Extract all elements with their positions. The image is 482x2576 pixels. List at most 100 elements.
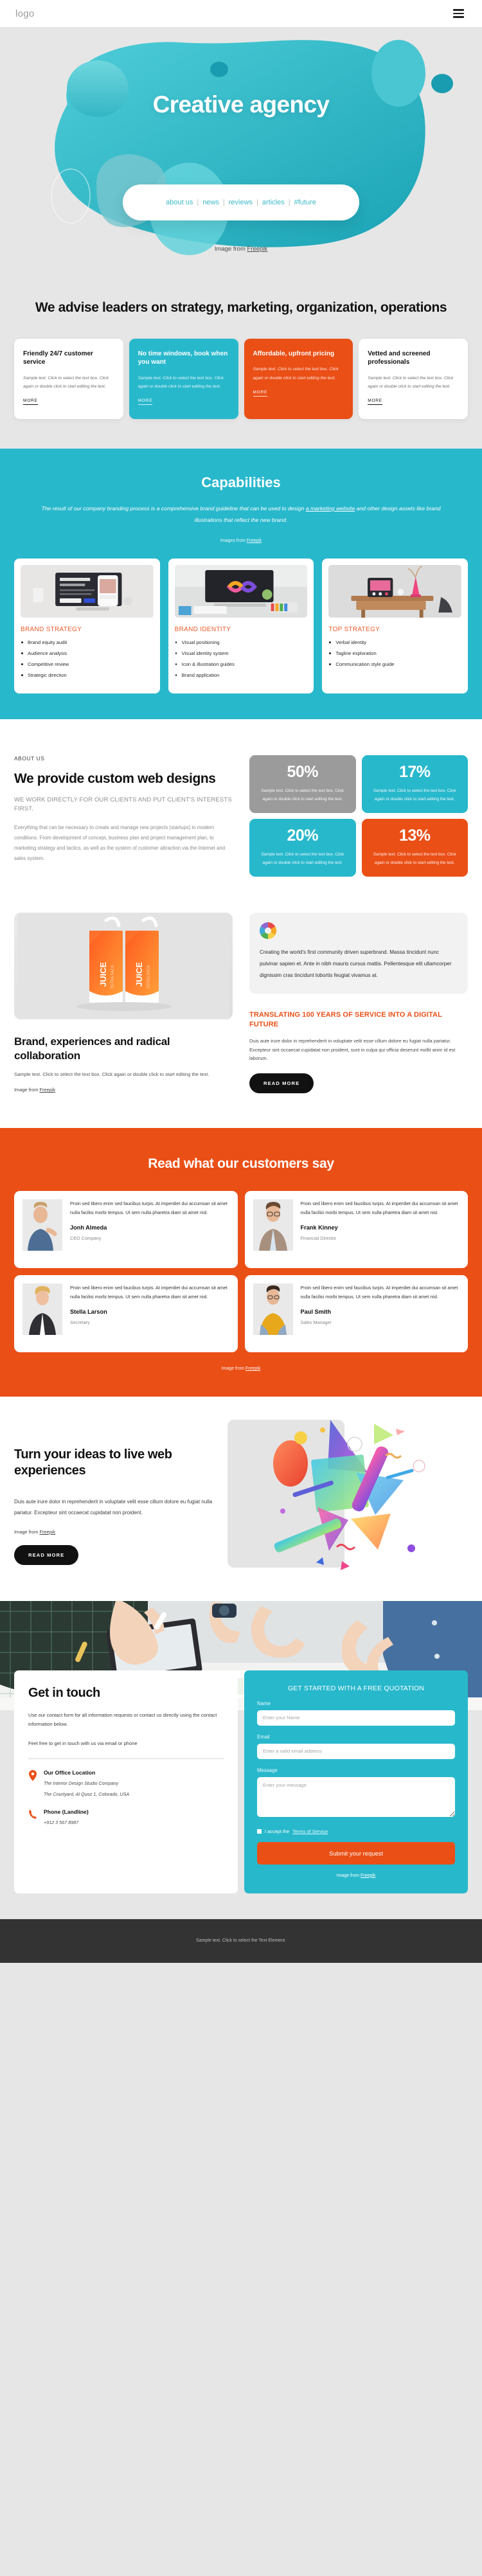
hero-nav-item-about-us[interactable]: about us (166, 199, 193, 206)
testimonial-quote: Proin sed libero enim sed faucibus turpi… (70, 1285, 228, 1300)
testimonial-name: Jonh Almeda (70, 1224, 107, 1231)
about-body: Everything that can be necessary to crea… (14, 824, 226, 861)
color-wheel-svg (259, 922, 277, 940)
hero-nav-item-future[interactable]: #future (294, 199, 316, 206)
advise-card-more-link[interactable]: MORE (253, 390, 268, 397)
contact-info-panel: Get in touch Use our contact form for al… (14, 1670, 238, 1893)
about-subheading: WE WORK DIRECTLY FOR OUR CLIENTS AND PUT… (14, 796, 232, 812)
stat-value: 20% (287, 827, 319, 845)
phone-title: Phone (Landline) (44, 1808, 89, 1815)
capability-card-items: Verbal identity Tagline exploration Comm… (328, 640, 461, 667)
testimonials-image-credit: Image from Freepik (14, 1366, 468, 1371)
ideas-read-more-button[interactable]: READ MORE (14, 1544, 79, 1565)
capabilities-image-credit: Images from Freepik (14, 539, 468, 543)
testimonial-card[interactable]: Proin sed libero enim sed faucibus turpi… (244, 1191, 468, 1269)
brand-read-more-button[interactable]: READ MORE (249, 1073, 314, 1094)
hero-nav-item-reviews[interactable]: reviews (229, 199, 253, 206)
thumb-svg (21, 564, 154, 618)
contact-intro-2: Feel free to get in touch with us via em… (28, 1740, 138, 1746)
terms-row[interactable]: I accept the Terms of Service (257, 1829, 455, 1834)
hero-nav-list: about us | news | reviews | articles | #… (166, 199, 316, 206)
brand-quote-text: Creating the world's first community dri… (260, 949, 452, 978)
submit-request-button[interactable]: Submit your request (257, 1841, 455, 1865)
capabilities-section: Capabilities The result of our company b… (0, 448, 482, 720)
credit-prefix: Images from (220, 538, 247, 543)
testimonial-card[interactable]: Proin sed libero enim sed faucibus turpi… (14, 1275, 238, 1353)
hero-nav-item-news[interactable]: news (202, 199, 219, 206)
email-input[interactable] (257, 1743, 455, 1759)
testimonial-quote: Proin sed libero enim sed faucibus turpi… (300, 1201, 458, 1216)
testimonial-name: Frank Kinney (300, 1224, 338, 1231)
credit-link-freepik[interactable]: Freepik (247, 539, 262, 543)
testimonial-role: Secretary (70, 1319, 90, 1326)
avatar-svg (22, 1284, 62, 1336)
testimonial-quote: Proin sed libero enim sed faucibus turpi… (300, 1285, 458, 1300)
contact-image-credit: Image from Freepik (257, 1874, 455, 1878)
nav-separator: | (197, 199, 199, 206)
name-label: Name (257, 1700, 271, 1706)
credit-link-freepik[interactable]: Freepik (361, 1874, 375, 1878)
credit-link-freepik[interactable]: Freepik (39, 1087, 55, 1093)
testimonial-card[interactable]: Proin sed libero enim sed faucibus turpi… (14, 1191, 238, 1269)
capability-thumbnail-brand-strategy (21, 564, 154, 618)
advise-card[interactable]: No time windows, book when you want Samp… (129, 338, 238, 419)
capabilities-lead-link[interactable]: a marketing website (306, 505, 355, 512)
hero-nav-pill[interactable]: about us | news | reviews | articles | #… (123, 184, 359, 220)
ideas-section: Turn your ideas to live web experiences … (0, 1397, 482, 1601)
terms-of-service-link[interactable]: Terms of Service (292, 1829, 328, 1834)
stat-text: Sample text. Click to select the text bo… (261, 852, 344, 865)
advise-card[interactable]: Affordable, upfront pricing Sample text.… (244, 338, 353, 419)
message-textarea[interactable] (257, 1776, 455, 1817)
terms-checkbox[interactable] (257, 1829, 262, 1834)
hamburger-menu-icon[interactable] (451, 6, 467, 21)
hero-nav-item-articles[interactable]: articles (262, 199, 285, 206)
advise-card-more-link[interactable]: MORE (368, 398, 382, 406)
advise-card-more-link[interactable]: MORE (23, 398, 38, 406)
capability-item: Strategic direction (21, 672, 154, 678)
credit-link-freepik[interactable]: Freepik (245, 1366, 260, 1371)
hero-title: Creative agency (152, 91, 330, 118)
advise-heading: We advise leaders on strategy, marketing… (35, 300, 447, 315)
name-input[interactable] (257, 1710, 455, 1726)
email-label: Email (257, 1733, 270, 1740)
brand-collaboration-section: JUICE JUICE TETRA PACK TETRA PACK Brand,… (0, 906, 482, 1129)
shapes-svg (273, 1420, 425, 1571)
credit-link-freepik[interactable]: Freepik (247, 246, 268, 253)
testimonials-heading: Read what our customers say (148, 1156, 334, 1172)
advise-card-body: Sample text. Click to select the text bo… (23, 375, 109, 389)
contact-section: Get in touch Use our contact form for al… (0, 1600, 482, 1919)
footer: Sample text. Click to select the Text El… (0, 1919, 482, 1963)
capability-item: Brand application (175, 672, 308, 678)
phone-value[interactable]: +912 3 567 8987 (44, 1819, 89, 1827)
capability-card[interactable]: BRAND STRATEGY Brand equity audit Audien… (14, 558, 160, 694)
thumb-svg (174, 564, 308, 618)
credit-link-freepik[interactable]: Freepik (39, 1529, 55, 1535)
advise-card-more-link[interactable]: MORE (138, 398, 153, 406)
capability-thumbnail-top-strategy (328, 564, 462, 618)
advise-card-list: Friendly 24/7 customer service Sample te… (14, 338, 468, 419)
brand-right-column: Creating the world's first community dri… (249, 913, 468, 1094)
stat-value: 50% (287, 763, 319, 782)
capability-card[interactable]: TOP STRATEGY Verbal identity Tagline exp… (322, 558, 469, 694)
ideas-body: Duis aute irure dolor in reprehenderit i… (14, 1499, 213, 1516)
advise-card[interactable]: Vetted and screened professionals Sample… (359, 338, 468, 419)
brand-quote-box: Creating the world's first community dri… (249, 913, 468, 994)
divider (28, 1758, 224, 1759)
form-field-message: Message (257, 1767, 455, 1820)
brand-heading: Brand, experiences and radical collabora… (14, 1035, 170, 1062)
juice-pack-svg: JUICE JUICE TETRA PACK TETRA PACK (17, 913, 229, 1020)
location-pin-svg (29, 1769, 37, 1781)
about-kicker: ABOUT US (14, 755, 45, 762)
about-section: ABOUT US We provide custom web designs W… (0, 719, 482, 907)
advise-card[interactable]: Friendly 24/7 customer service Sample te… (14, 338, 123, 419)
testimonial-name: Stella Larson (70, 1309, 107, 1316)
testimonial-quote: Proin sed libero enim sed faucibus turpi… (70, 1201, 228, 1216)
testimonial-card[interactable]: Proin sed libero enim sed faucibus turpi… (244, 1275, 468, 1353)
hamburger-bar (453, 9, 464, 11)
hero-section: Creative agency about us | news | review… (0, 27, 482, 271)
capability-item: Communication style guide (328, 661, 461, 667)
capability-card[interactable]: BRAND IDENTITY Visual positioning Visual… (168, 558, 314, 694)
credit-prefix: Image from (14, 1087, 40, 1093)
svg-text:TETRA PACK: TETRA PACK (111, 965, 115, 989)
site-logo[interactable]: logo (15, 8, 35, 19)
